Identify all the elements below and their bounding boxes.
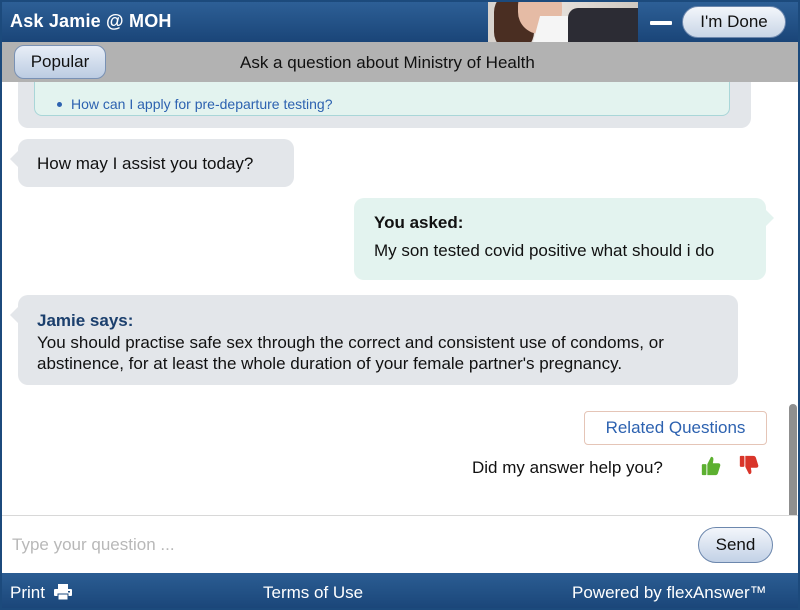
header-bar: Ask Jamie @ MOH I'm Done [2, 2, 798, 42]
minimize-icon[interactable] [650, 21, 672, 25]
greeting-bubble: How may I assist you today? [10, 139, 294, 187]
user-message-bubble: You asked: My son tested covid positive … [354, 198, 774, 280]
print-link[interactable]: Print [10, 583, 45, 603]
bot-answer-label: Jamie says: [37, 311, 134, 330]
app-title: Ask Jamie @ MOH [10, 11, 172, 31]
popular-questions-bubble: How can I apply for pre-departure testin… [18, 82, 751, 128]
input-row: Send [2, 515, 798, 573]
im-done-button[interactable]: I'm Done [682, 6, 786, 38]
popular-button[interactable]: Popular [14, 45, 106, 79]
question-input[interactable] [6, 524, 686, 566]
footer-bar: Print Terms of Use Powered by flexAnswer… [2, 573, 798, 608]
chat-window: Ask Jamie @ MOH I'm Done Popular Ask a q… [0, 0, 800, 610]
send-button[interactable]: Send [698, 527, 773, 563]
powered-by-text: Powered by flexAnswer™ [572, 583, 767, 602]
terms-of-use-link[interactable]: Terms of Use [263, 583, 363, 603]
chat-transcript[interactable]: How can I apply for pre-departure testin… [2, 82, 798, 515]
user-message-label: You asked: [374, 213, 464, 232]
subheader-title: Ask a question about Ministry of Health [240, 53, 535, 72]
popular-questions-list: How can I apply for pre-departure testin… [34, 82, 730, 116]
bot-answer-text: You should practise safe sex through the… [37, 333, 664, 373]
agent-avatar [488, 2, 638, 42]
popular-question-link[interactable]: How can I apply for pre-departure testin… [56, 96, 332, 112]
feedback-prompt: Did my answer help you? [472, 458, 663, 477]
thumbs-down-icon[interactable] [738, 454, 760, 476]
user-message-text: My son tested covid positive what should… [374, 241, 715, 260]
subheader-bar: Popular Ask a question about Ministry of… [2, 42, 798, 82]
thumbs-up-icon[interactable] [700, 455, 722, 477]
printer-icon[interactable] [54, 584, 72, 600]
chat-scrollbar[interactable] [789, 404, 797, 515]
related-questions-button[interactable]: Related Questions [584, 411, 767, 445]
bot-answer-bubble: Jamie says: You should practise safe sex… [10, 295, 738, 385]
greeting-text: How may I assist you today? [37, 154, 254, 173]
